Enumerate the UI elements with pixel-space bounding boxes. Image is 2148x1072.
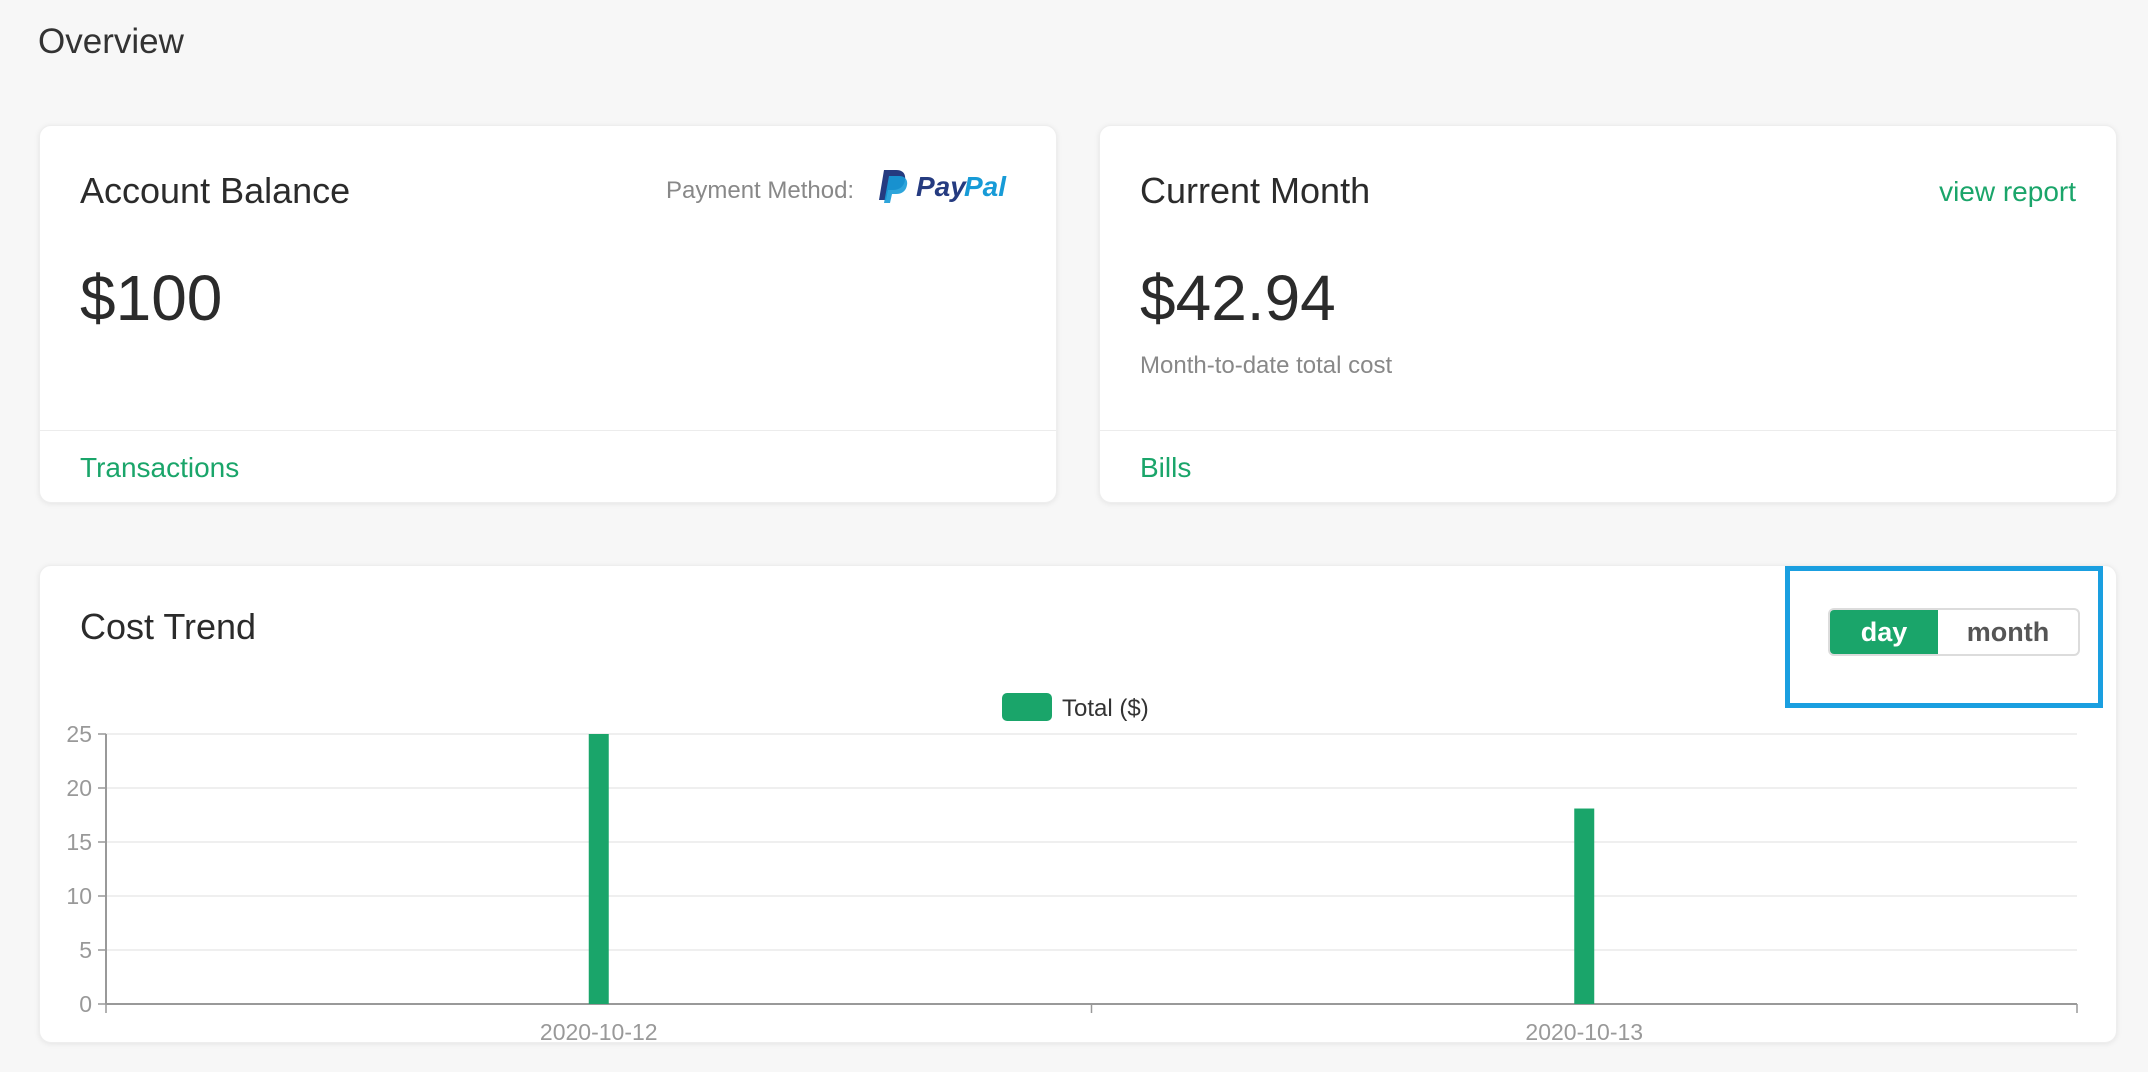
y-tick-label: 25 [66, 721, 92, 747]
x-tick-label: 2020-10-13 [1525, 1019, 1643, 1044]
svg-text:Pal: Pal [964, 171, 1007, 202]
cost-trend-chart: 0 5 10 15 20 25 2020-10-12 2020-10-13 Total ($) [66, 693, 2078, 1044]
paypal-logo: Pay Pal [878, 168, 1018, 209]
account-balance-card: Account Balance Payment Method: Pay Pal … [39, 125, 1057, 503]
x-tick-label: 2020-10-12 [540, 1019, 658, 1044]
y-tick-label: 20 [66, 775, 92, 801]
card-title: Account Balance [80, 170, 351, 211]
payment-method-label: Payment Method: [666, 177, 855, 204]
current-month-card: Current Month view report $42.94 Month-t… [1099, 125, 2117, 503]
month-cost-amount: $42.94 [1140, 262, 1336, 334]
view-report-link[interactable]: view report [1939, 176, 2076, 208]
transactions-link[interactable]: Transactions [80, 452, 239, 484]
legend-swatch [1002, 693, 1052, 721]
y-tick-label: 15 [66, 829, 92, 855]
legend-label: Total ($) [1062, 695, 1149, 722]
month-cost-caption: Month-to-date total cost [1140, 352, 1393, 379]
y-tick-label: 0 [79, 991, 92, 1017]
balance-amount: $100 [80, 262, 223, 334]
divider [40, 430, 1056, 431]
card-title: Current Month [1140, 170, 1371, 211]
divider [1100, 430, 2116, 431]
page-title: Overview [38, 22, 184, 61]
cost-trend-card: Cost Trend day month 0 5 10 15 20 25 2020-10-1… [39, 565, 2117, 1044]
y-tick-label: 5 [79, 937, 92, 963]
bar [588, 734, 609, 1004]
bar [1574, 808, 1595, 1004]
bills-link[interactable]: Bills [1140, 452, 1191, 484]
svg-text:Pay: Pay [916, 171, 967, 202]
y-tick-label: 10 [66, 883, 92, 909]
